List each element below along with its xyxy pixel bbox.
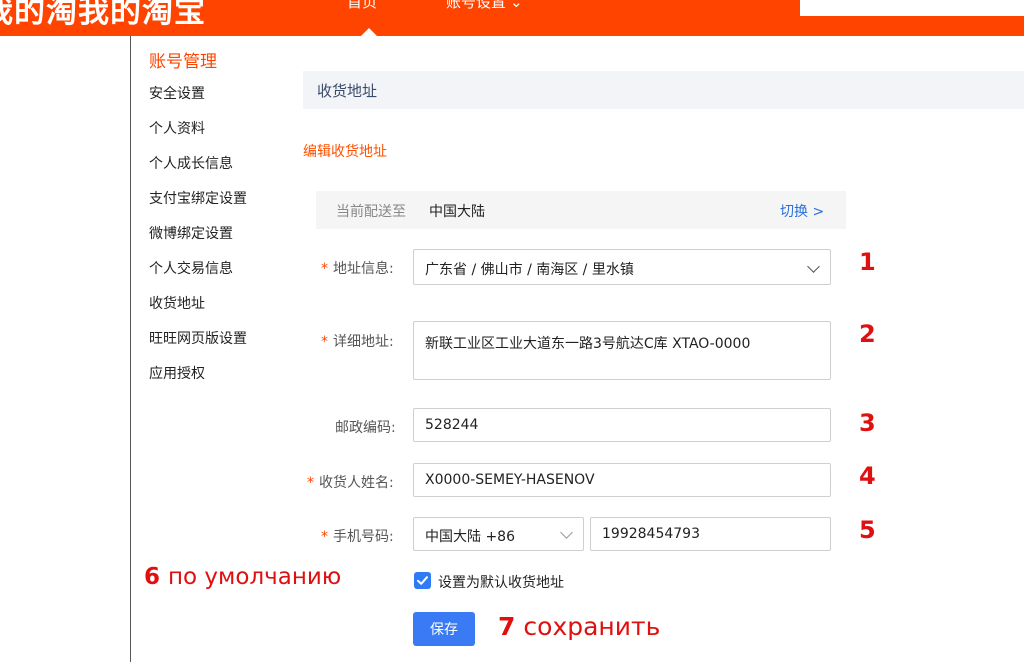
divider-line xyxy=(130,36,131,662)
region-switch-link[interactable]: 切换 > xyxy=(780,201,824,221)
nav-account-label: 账号设置 xyxy=(446,0,507,11)
detail-address-value: 新联工业区工业大道东一路3号航达C库 XTAO-0000 xyxy=(425,336,751,352)
phone-country-code-select[interactable]: 中国大陆 +86 xyxy=(413,517,584,551)
sidebar-item-alipay[interactable]: 支付宝绑定设置 xyxy=(149,189,247,224)
annotation-number-3: 3 xyxy=(859,409,876,437)
recipient-name-input[interactable]: X0000-SEMEY-HASENOV xyxy=(413,463,831,497)
default-address-checkbox[interactable] xyxy=(414,572,431,589)
annotation-number-5: 5 xyxy=(859,516,876,544)
address-info-label: * 地址信息: xyxy=(321,258,394,278)
detail-address-textarea[interactable]: 新联工业区工业大道东一路3号航达C库 XTAO-0000 xyxy=(413,321,831,380)
check-icon xyxy=(417,576,428,585)
annotation-default-text: по умолчанию xyxy=(168,564,342,590)
save-button[interactable]: 保存 xyxy=(413,612,475,646)
address-region-value: 广东省 / 佛山市 / 南海区 / 里水镇 xyxy=(425,262,634,278)
address-info-label-text: 地址信息: xyxy=(333,261,394,277)
chevron-down-icon xyxy=(807,260,820,273)
postal-code-value: 528244 xyxy=(425,417,479,433)
edit-address-title: 编辑收货地址 xyxy=(303,144,387,160)
annotation-number-6: 6 xyxy=(144,564,161,590)
annotation-default: 6 по умолчанию xyxy=(144,564,341,590)
annotation-save: 7 сохранить xyxy=(498,612,660,641)
brand-logo-text[interactable]: 我的淘我的淘宝 xyxy=(0,0,206,31)
sidebar-item-wangwang[interactable]: 旺旺网页版设置 xyxy=(149,329,247,364)
region-label: 当前配送至 xyxy=(336,204,406,220)
top-nav-bar: 我的淘我的淘宝 首页 账号设置 ⌄ xyxy=(0,0,1024,36)
sidebar-title: 账号管理 xyxy=(149,52,217,72)
section-header: 收货地址 xyxy=(303,71,1024,109)
annotation-number-2: 2 xyxy=(859,320,876,348)
sidebar-menu: 安全设置 个人资料 个人成长信息 支付宝绑定设置 微博绑定设置 个人交易信息 收… xyxy=(149,84,247,399)
annotation-number-1: 1 xyxy=(859,248,876,276)
sidebar-item-profile[interactable]: 个人资料 xyxy=(149,119,247,154)
nav-account-settings-dropdown[interactable]: 账号设置 ⌄ xyxy=(446,0,523,12)
active-nav-caret xyxy=(361,28,377,36)
sidebar-item-weibo[interactable]: 微博绑定设置 xyxy=(149,224,247,259)
shipping-region-bar: 当前配送至 中国大陆 切换 > xyxy=(316,191,846,229)
detail-address-label: * 详细地址: xyxy=(321,331,394,351)
annotation-number-7: 7 xyxy=(498,612,516,641)
default-address-label[interactable]: 设置为默认收货地址 xyxy=(438,572,564,592)
section-title: 收货地址 xyxy=(317,82,378,100)
address-region-select[interactable]: 广东省 / 佛山市 / 南海区 / 里水镇 xyxy=(413,249,831,285)
phone-country-code-value: 中国大陆 +86 xyxy=(425,529,515,545)
chevron-down-icon: ⌄ xyxy=(510,0,523,11)
required-mark: * xyxy=(321,529,328,545)
required-mark: * xyxy=(321,334,328,350)
phone-number-input[interactable]: 19928454793 xyxy=(590,517,831,551)
sidebar-item-shipping-address[interactable]: 收货地址 xyxy=(149,294,247,329)
chevron-down-icon xyxy=(560,526,573,539)
phone-label: * 手机号码: xyxy=(321,526,394,546)
sidebar-item-app-auth[interactable]: 应用授权 xyxy=(149,364,247,399)
sidebar-item-trade-info[interactable]: 个人交易信息 xyxy=(149,259,247,294)
recipient-name-value: X0000-SEMEY-HASENOV xyxy=(425,472,595,488)
postal-code-input[interactable]: 528244 xyxy=(413,408,831,442)
sidebar-item-growth[interactable]: 个人成长信息 xyxy=(149,154,247,189)
required-mark: * xyxy=(321,261,328,277)
search-input[interactable] xyxy=(800,0,1024,16)
detail-address-label-text: 详细地址: xyxy=(333,334,394,350)
required-mark: * xyxy=(307,475,314,491)
nav-home-link[interactable]: 首页 xyxy=(347,0,377,12)
annotation-number-4: 4 xyxy=(859,462,876,490)
region-value: 中国大陆 xyxy=(429,204,485,220)
postal-code-label: 邮政编码: xyxy=(335,420,396,436)
recipient-name-label: * 收货人姓名: xyxy=(307,472,394,492)
phone-number-value: 19928454793 xyxy=(602,526,700,542)
sidebar-item-security[interactable]: 安全设置 xyxy=(149,84,247,119)
recipient-name-label-text: 收货人姓名: xyxy=(319,475,394,491)
phone-label-text: 手机号码: xyxy=(333,529,394,545)
annotation-save-text: сохранить xyxy=(523,612,661,641)
